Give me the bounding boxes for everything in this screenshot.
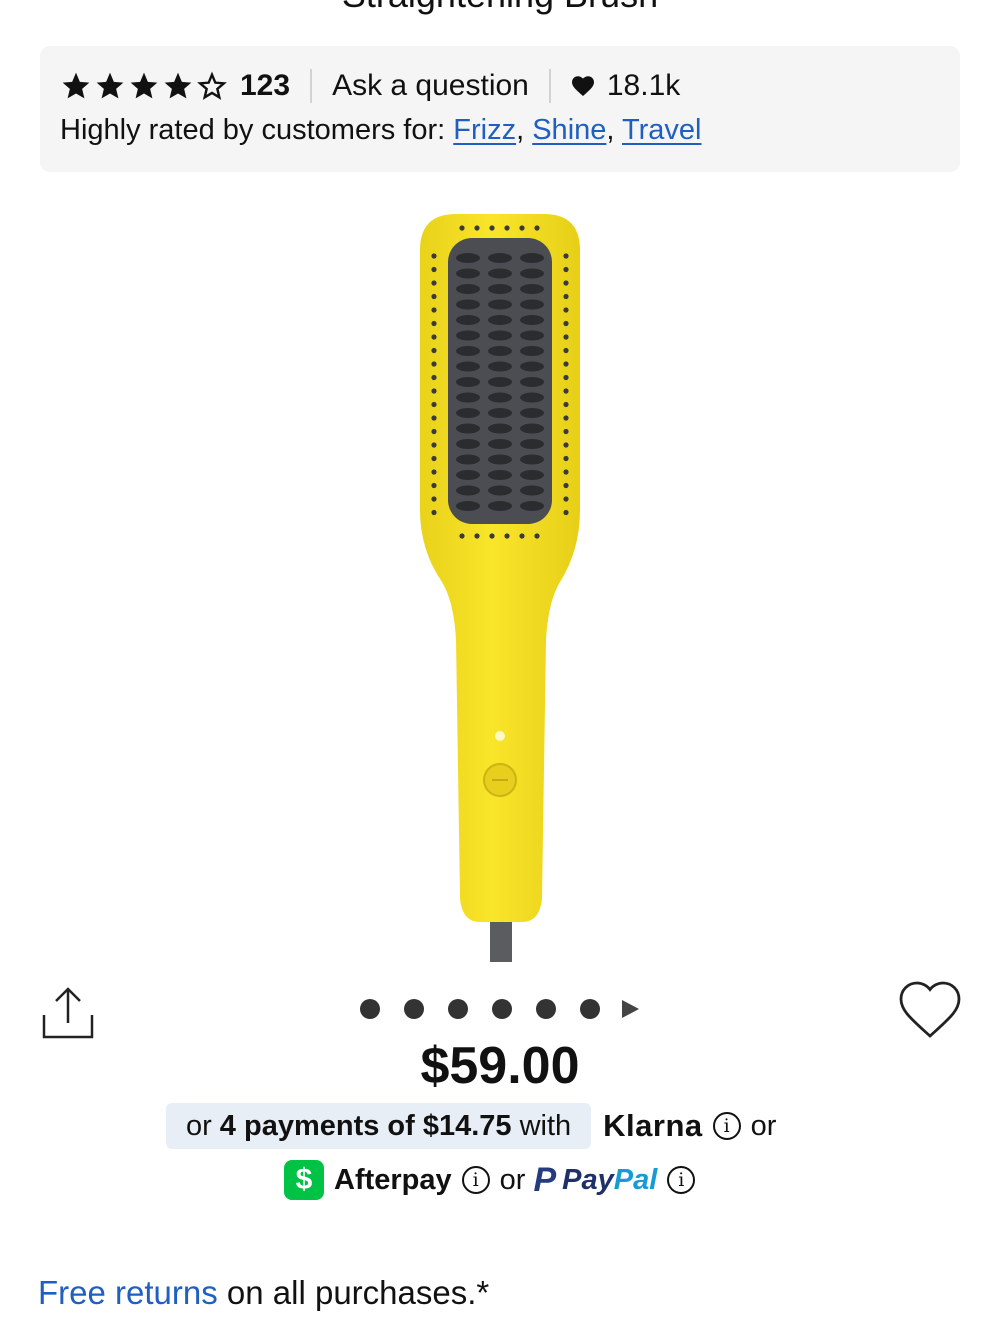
divider (310, 69, 313, 103)
carousel-dot[interactable] (448, 999, 468, 1019)
klarna-installments-pill[interactable]: or 4 payments of $14.75 with (166, 1103, 592, 1149)
product-title: Straightening Brush (0, 0, 1000, 16)
divider (548, 69, 551, 103)
tag-link-travel[interactable]: Travel (622, 114, 702, 146)
payments-or: or (750, 1109, 777, 1142)
free-returns-link[interactable]: Free returns (38, 1274, 218, 1311)
carousel-dot[interactable] (536, 999, 556, 1019)
product-price: $59.00 (420, 1037, 580, 1095)
loves-count[interactable]: 18.1k (571, 69, 680, 103)
heart-filled-icon (571, 76, 594, 96)
star-filled-icon (164, 72, 192, 99)
paypal-icon: P (533, 1160, 557, 1199)
cashapp-icon: $ (284, 1160, 324, 1200)
carousel-dot[interactable] (404, 999, 424, 1019)
heart-outline-icon[interactable] (898, 980, 962, 1040)
paypal-logo: PayPal (562, 1164, 657, 1197)
payments-or: or (499, 1163, 526, 1196)
klarna-logo: Klarna (603, 1108, 703, 1143)
paypal-info-icon[interactable]: i (667, 1166, 696, 1194)
klarna-info-icon[interactable]: i (712, 1112, 741, 1140)
afterpay-info-icon[interactable]: i (461, 1166, 490, 1194)
highly-rated-label: Highly rated by customers for: (60, 114, 446, 146)
tag-link-shine[interactable]: Shine (532, 114, 606, 146)
tag-link-frizz[interactable]: Frizz (453, 114, 516, 146)
carousel-dot[interactable] (580, 999, 600, 1019)
product-image[interactable] (410, 210, 590, 962)
share-icon[interactable] (40, 985, 96, 1041)
carousel-dot[interactable] (360, 999, 380, 1019)
rating-summary: 123 Ask a question 18.1k Highly rated by… (40, 46, 960, 172)
carousel-dot[interactable] (492, 999, 512, 1019)
star-rating[interactable]: 123 (60, 69, 290, 103)
ask-question-link[interactable]: Ask a question (332, 69, 529, 103)
star-filled-icon (96, 72, 124, 99)
review-count[interactable]: 123 (240, 69, 290, 103)
payments-prefix: or (186, 1109, 212, 1142)
highly-rated-row: Highly rated by customers for: Frizz, Sh… (60, 114, 702, 146)
payments-with: with (519, 1109, 572, 1142)
payment-options-row-2: $ Afterpay i or P PayPal i (284, 1158, 705, 1202)
loves-count-label: 18.1k (606, 69, 681, 102)
afterpay-label: Afterpay (334, 1163, 452, 1196)
rating-row: 123 Ask a question 18.1k (60, 66, 680, 106)
payment-options-row-1: or 4 payments of $14.75 with Klarna i or (166, 1103, 776, 1149)
returns-text: on all purchases.* (226, 1274, 490, 1311)
installment-amount: 4 payments of $14.75 (219, 1109, 512, 1142)
paypal-pal-text: Pal (613, 1163, 658, 1196)
star-filled-icon (62, 72, 90, 99)
paypal-pay-text: Pay (562, 1163, 614, 1196)
carousel-next-icon[interactable] (622, 1000, 639, 1018)
image-carousel-dots[interactable] (360, 996, 639, 1022)
returns-notice: Free returns on all purchases.* (38, 1274, 489, 1312)
star-filled-icon (130, 72, 158, 99)
star-empty-icon (197, 71, 227, 100)
